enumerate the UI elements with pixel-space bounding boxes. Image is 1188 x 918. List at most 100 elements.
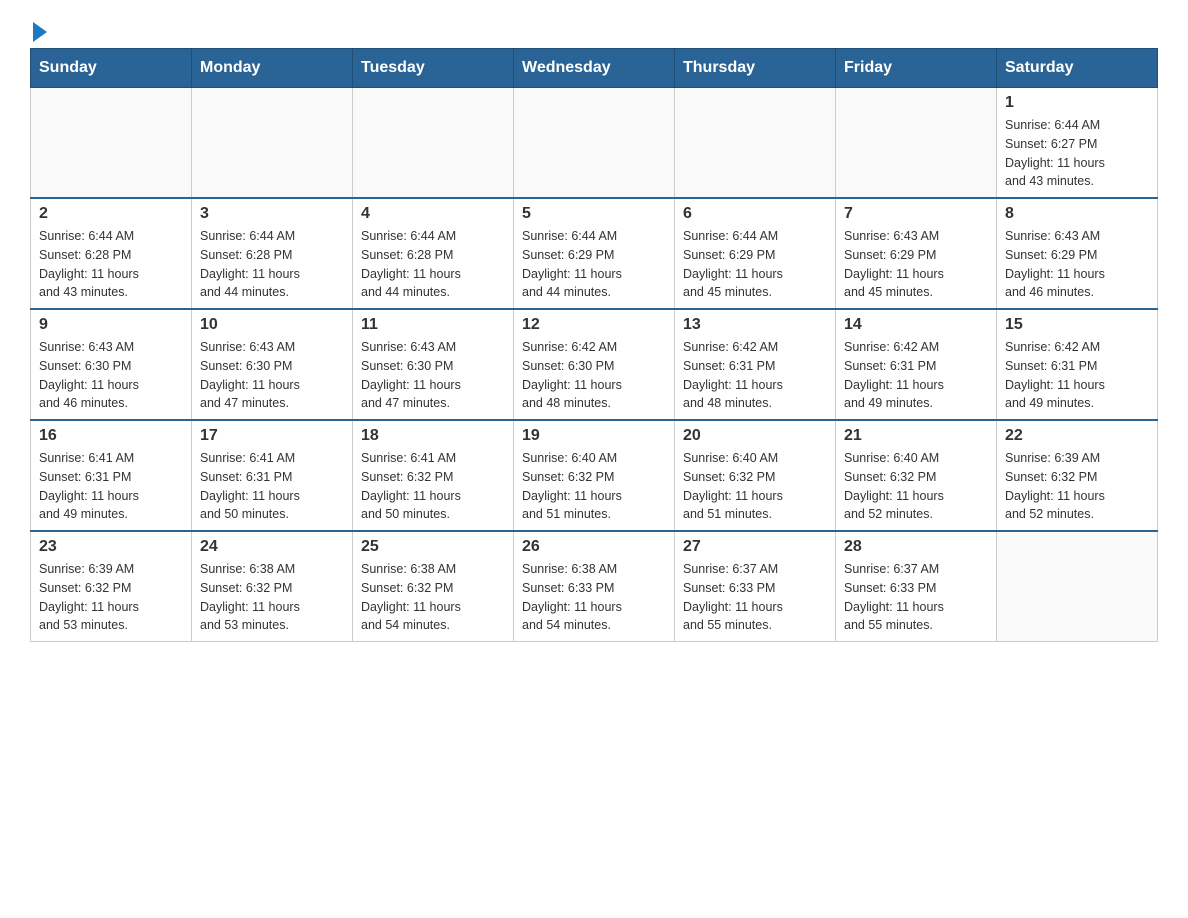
day-info: Sunrise: 6:44 AM Sunset: 6:28 PM Dayligh… bbox=[361, 227, 505, 302]
day-number: 7 bbox=[844, 205, 988, 223]
calendar-table: SundayMondayTuesdayWednesdayThursdayFrid… bbox=[30, 48, 1158, 642]
calendar-day-cell: 17 Sunrise: 6:41 AM Sunset: 6:31 PM Dayli… bbox=[192, 420, 353, 531]
day-info: Sunrise: 6:43 AM Sunset: 6:30 PM Dayligh… bbox=[200, 338, 344, 413]
day-number: 3 bbox=[200, 205, 344, 223]
day-info: Sunrise: 6:42 AM Sunset: 6:31 PM Dayligh… bbox=[1005, 338, 1149, 413]
calendar-day-cell: 7 Sunrise: 6:43 AM Sunset: 6:29 PM Daylig… bbox=[836, 198, 997, 309]
calendar-week-row: 2 Sunrise: 6:44 AM Sunset: 6:28 PM Daylig… bbox=[31, 198, 1158, 309]
day-info: Sunrise: 6:44 AM Sunset: 6:28 PM Dayligh… bbox=[39, 227, 183, 302]
calendar-day-cell: 9 Sunrise: 6:43 AM Sunset: 6:30 PM Daylig… bbox=[31, 309, 192, 420]
day-info: Sunrise: 6:37 AM Sunset: 6:33 PM Dayligh… bbox=[844, 560, 988, 635]
day-info: Sunrise: 6:42 AM Sunset: 6:30 PM Dayligh… bbox=[522, 338, 666, 413]
day-number: 13 bbox=[683, 316, 827, 334]
calendar-day-cell: 8 Sunrise: 6:43 AM Sunset: 6:29 PM Daylig… bbox=[997, 198, 1158, 309]
calendar-day-header: Friday bbox=[836, 49, 997, 88]
calendar-day-cell bbox=[997, 531, 1158, 642]
day-info: Sunrise: 6:44 AM Sunset: 6:28 PM Dayligh… bbox=[200, 227, 344, 302]
calendar-day-cell bbox=[353, 88, 514, 199]
day-number: 9 bbox=[39, 316, 183, 334]
day-info: Sunrise: 6:43 AM Sunset: 6:30 PM Dayligh… bbox=[39, 338, 183, 413]
calendar-day-cell: 14Sunrise: 6:42 AM Sunset: 6:31 PM Dayli… bbox=[836, 309, 997, 420]
calendar-day-cell: 4 Sunrise: 6:44 AM Sunset: 6:28 PM Daylig… bbox=[353, 198, 514, 309]
calendar-day-header: Sunday bbox=[31, 49, 192, 88]
day-info: Sunrise: 6:40 AM Sunset: 6:32 PM Dayligh… bbox=[844, 449, 988, 524]
calendar-week-row: 9 Sunrise: 6:43 AM Sunset: 6:30 PM Daylig… bbox=[31, 309, 1158, 420]
calendar-day-cell: 6 Sunrise: 6:44 AM Sunset: 6:29 PM Daylig… bbox=[675, 198, 836, 309]
calendar-day-cell: 28 Sunrise: 6:37 AM Sunset: 6:33 PM Dayli… bbox=[836, 531, 997, 642]
calendar-day-cell: 3 Sunrise: 6:44 AM Sunset: 6:28 PM Daylig… bbox=[192, 198, 353, 309]
calendar-day-header: Saturday bbox=[997, 49, 1158, 88]
day-number: 21 bbox=[844, 427, 988, 445]
day-info: Sunrise: 6:44 AM Sunset: 6:27 PM Dayligh… bbox=[1005, 116, 1149, 191]
day-number: 1 bbox=[1005, 94, 1149, 112]
day-info: Sunrise: 6:44 AM Sunset: 6:29 PM Dayligh… bbox=[683, 227, 827, 302]
day-info: Sunrise: 6:43 AM Sunset: 6:29 PM Dayligh… bbox=[1005, 227, 1149, 302]
calendar-day-cell: 18 Sunrise: 6:41 AM Sunset: 6:32 PM Dayli… bbox=[353, 420, 514, 531]
day-number: 12 bbox=[522, 316, 666, 334]
calendar-week-row: 23Sunrise: 6:39 AM Sunset: 6:32 PM Dayli… bbox=[31, 531, 1158, 642]
day-info: Sunrise: 6:40 AM Sunset: 6:32 PM Dayligh… bbox=[522, 449, 666, 524]
calendar-day-cell bbox=[675, 88, 836, 199]
calendar-week-row: 1 Sunrise: 6:44 AM Sunset: 6:27 PM Daylig… bbox=[31, 88, 1158, 199]
day-number: 6 bbox=[683, 205, 827, 223]
day-info: Sunrise: 6:43 AM Sunset: 6:29 PM Dayligh… bbox=[844, 227, 988, 302]
day-number: 4 bbox=[361, 205, 505, 223]
day-number: 17 bbox=[200, 427, 344, 445]
day-info: Sunrise: 6:38 AM Sunset: 6:32 PM Dayligh… bbox=[200, 560, 344, 635]
day-info: Sunrise: 6:38 AM Sunset: 6:32 PM Dayligh… bbox=[361, 560, 505, 635]
calendar-day-cell bbox=[514, 88, 675, 199]
calendar-header-row: SundayMondayTuesdayWednesdayThursdayFrid… bbox=[31, 49, 1158, 88]
calendar-day-header: Tuesday bbox=[353, 49, 514, 88]
day-number: 18 bbox=[361, 427, 505, 445]
day-number: 24 bbox=[200, 538, 344, 556]
calendar-day-cell: 24 Sunrise: 6:38 AM Sunset: 6:32 PM Dayli… bbox=[192, 531, 353, 642]
day-number: 15 bbox=[1005, 316, 1149, 334]
day-number: 26 bbox=[522, 538, 666, 556]
calendar-day-cell: 19 Sunrise: 6:40 AM Sunset: 6:32 PM Dayli… bbox=[514, 420, 675, 531]
calendar-day-header: Thursday bbox=[675, 49, 836, 88]
day-number: 22 bbox=[1005, 427, 1149, 445]
day-info: Sunrise: 6:37 AM Sunset: 6:33 PM Dayligh… bbox=[683, 560, 827, 635]
calendar-day-cell: 21 Sunrise: 6:40 AM Sunset: 6:32 PM Dayli… bbox=[836, 420, 997, 531]
calendar-day-cell: 13Sunrise: 6:42 AM Sunset: 6:31 PM Dayli… bbox=[675, 309, 836, 420]
calendar-day-cell: 11 Sunrise: 6:43 AM Sunset: 6:30 PM Dayli… bbox=[353, 309, 514, 420]
calendar-day-cell bbox=[836, 88, 997, 199]
calendar-day-cell: 12 Sunrise: 6:42 AM Sunset: 6:30 PM Dayli… bbox=[514, 309, 675, 420]
day-number: 25 bbox=[361, 538, 505, 556]
calendar-day-header: Monday bbox=[192, 49, 353, 88]
day-info: Sunrise: 6:44 AM Sunset: 6:29 PM Dayligh… bbox=[522, 227, 666, 302]
calendar-week-row: 16 Sunrise: 6:41 AM Sunset: 6:31 PM Dayli… bbox=[31, 420, 1158, 531]
calendar-day-cell: 26 Sunrise: 6:38 AM Sunset: 6:33 PM Dayli… bbox=[514, 531, 675, 642]
calendar-day-cell: 27 Sunrise: 6:37 AM Sunset: 6:33 PM Dayli… bbox=[675, 531, 836, 642]
day-number: 16 bbox=[39, 427, 183, 445]
day-info: Sunrise: 6:38 AM Sunset: 6:33 PM Dayligh… bbox=[522, 560, 666, 635]
day-number: 2 bbox=[39, 205, 183, 223]
logo-arrow-icon bbox=[33, 22, 47, 42]
day-number: 27 bbox=[683, 538, 827, 556]
calendar-day-header: Wednesday bbox=[514, 49, 675, 88]
day-number: 10 bbox=[200, 316, 344, 334]
day-number: 14 bbox=[844, 316, 988, 334]
page-header bbox=[30, 20, 1158, 38]
calendar-day-cell: 20 Sunrise: 6:40 AM Sunset: 6:32 PM Dayli… bbox=[675, 420, 836, 531]
calendar-day-cell: 2 Sunrise: 6:44 AM Sunset: 6:28 PM Daylig… bbox=[31, 198, 192, 309]
calendar-day-cell bbox=[31, 88, 192, 199]
calendar-day-cell bbox=[192, 88, 353, 199]
day-info: Sunrise: 6:39 AM Sunset: 6:32 PM Dayligh… bbox=[1005, 449, 1149, 524]
calendar-day-cell: 10 Sunrise: 6:43 AM Sunset: 6:30 PM Dayli… bbox=[192, 309, 353, 420]
day-info: Sunrise: 6:39 AM Sunset: 6:32 PM Dayligh… bbox=[39, 560, 183, 635]
calendar-day-cell: 15 Sunrise: 6:42 AM Sunset: 6:31 PM Dayli… bbox=[997, 309, 1158, 420]
day-number: 28 bbox=[844, 538, 988, 556]
day-number: 20 bbox=[683, 427, 827, 445]
day-number: 11 bbox=[361, 316, 505, 334]
day-info: Sunrise: 6:41 AM Sunset: 6:32 PM Dayligh… bbox=[361, 449, 505, 524]
day-number: 19 bbox=[522, 427, 666, 445]
calendar-day-cell: 16Sunrise: 6:41 AM Sunset: 6:31 PM Dayli… bbox=[31, 420, 192, 531]
calendar-day-cell: 25 Sunrise: 6:38 AM Sunset: 6:32 PM Dayli… bbox=[353, 531, 514, 642]
day-info: Sunrise: 6:43 AM Sunset: 6:30 PM Dayligh… bbox=[361, 338, 505, 413]
day-info: Sunrise: 6:40 AM Sunset: 6:32 PM Dayligh… bbox=[683, 449, 827, 524]
day-number: 5 bbox=[522, 205, 666, 223]
day-number: 8 bbox=[1005, 205, 1149, 223]
day-info: Sunrise: 6:41 AM Sunset: 6:31 PM Dayligh… bbox=[200, 449, 344, 524]
calendar-day-cell: 23Sunrise: 6:39 AM Sunset: 6:32 PM Dayli… bbox=[31, 531, 192, 642]
